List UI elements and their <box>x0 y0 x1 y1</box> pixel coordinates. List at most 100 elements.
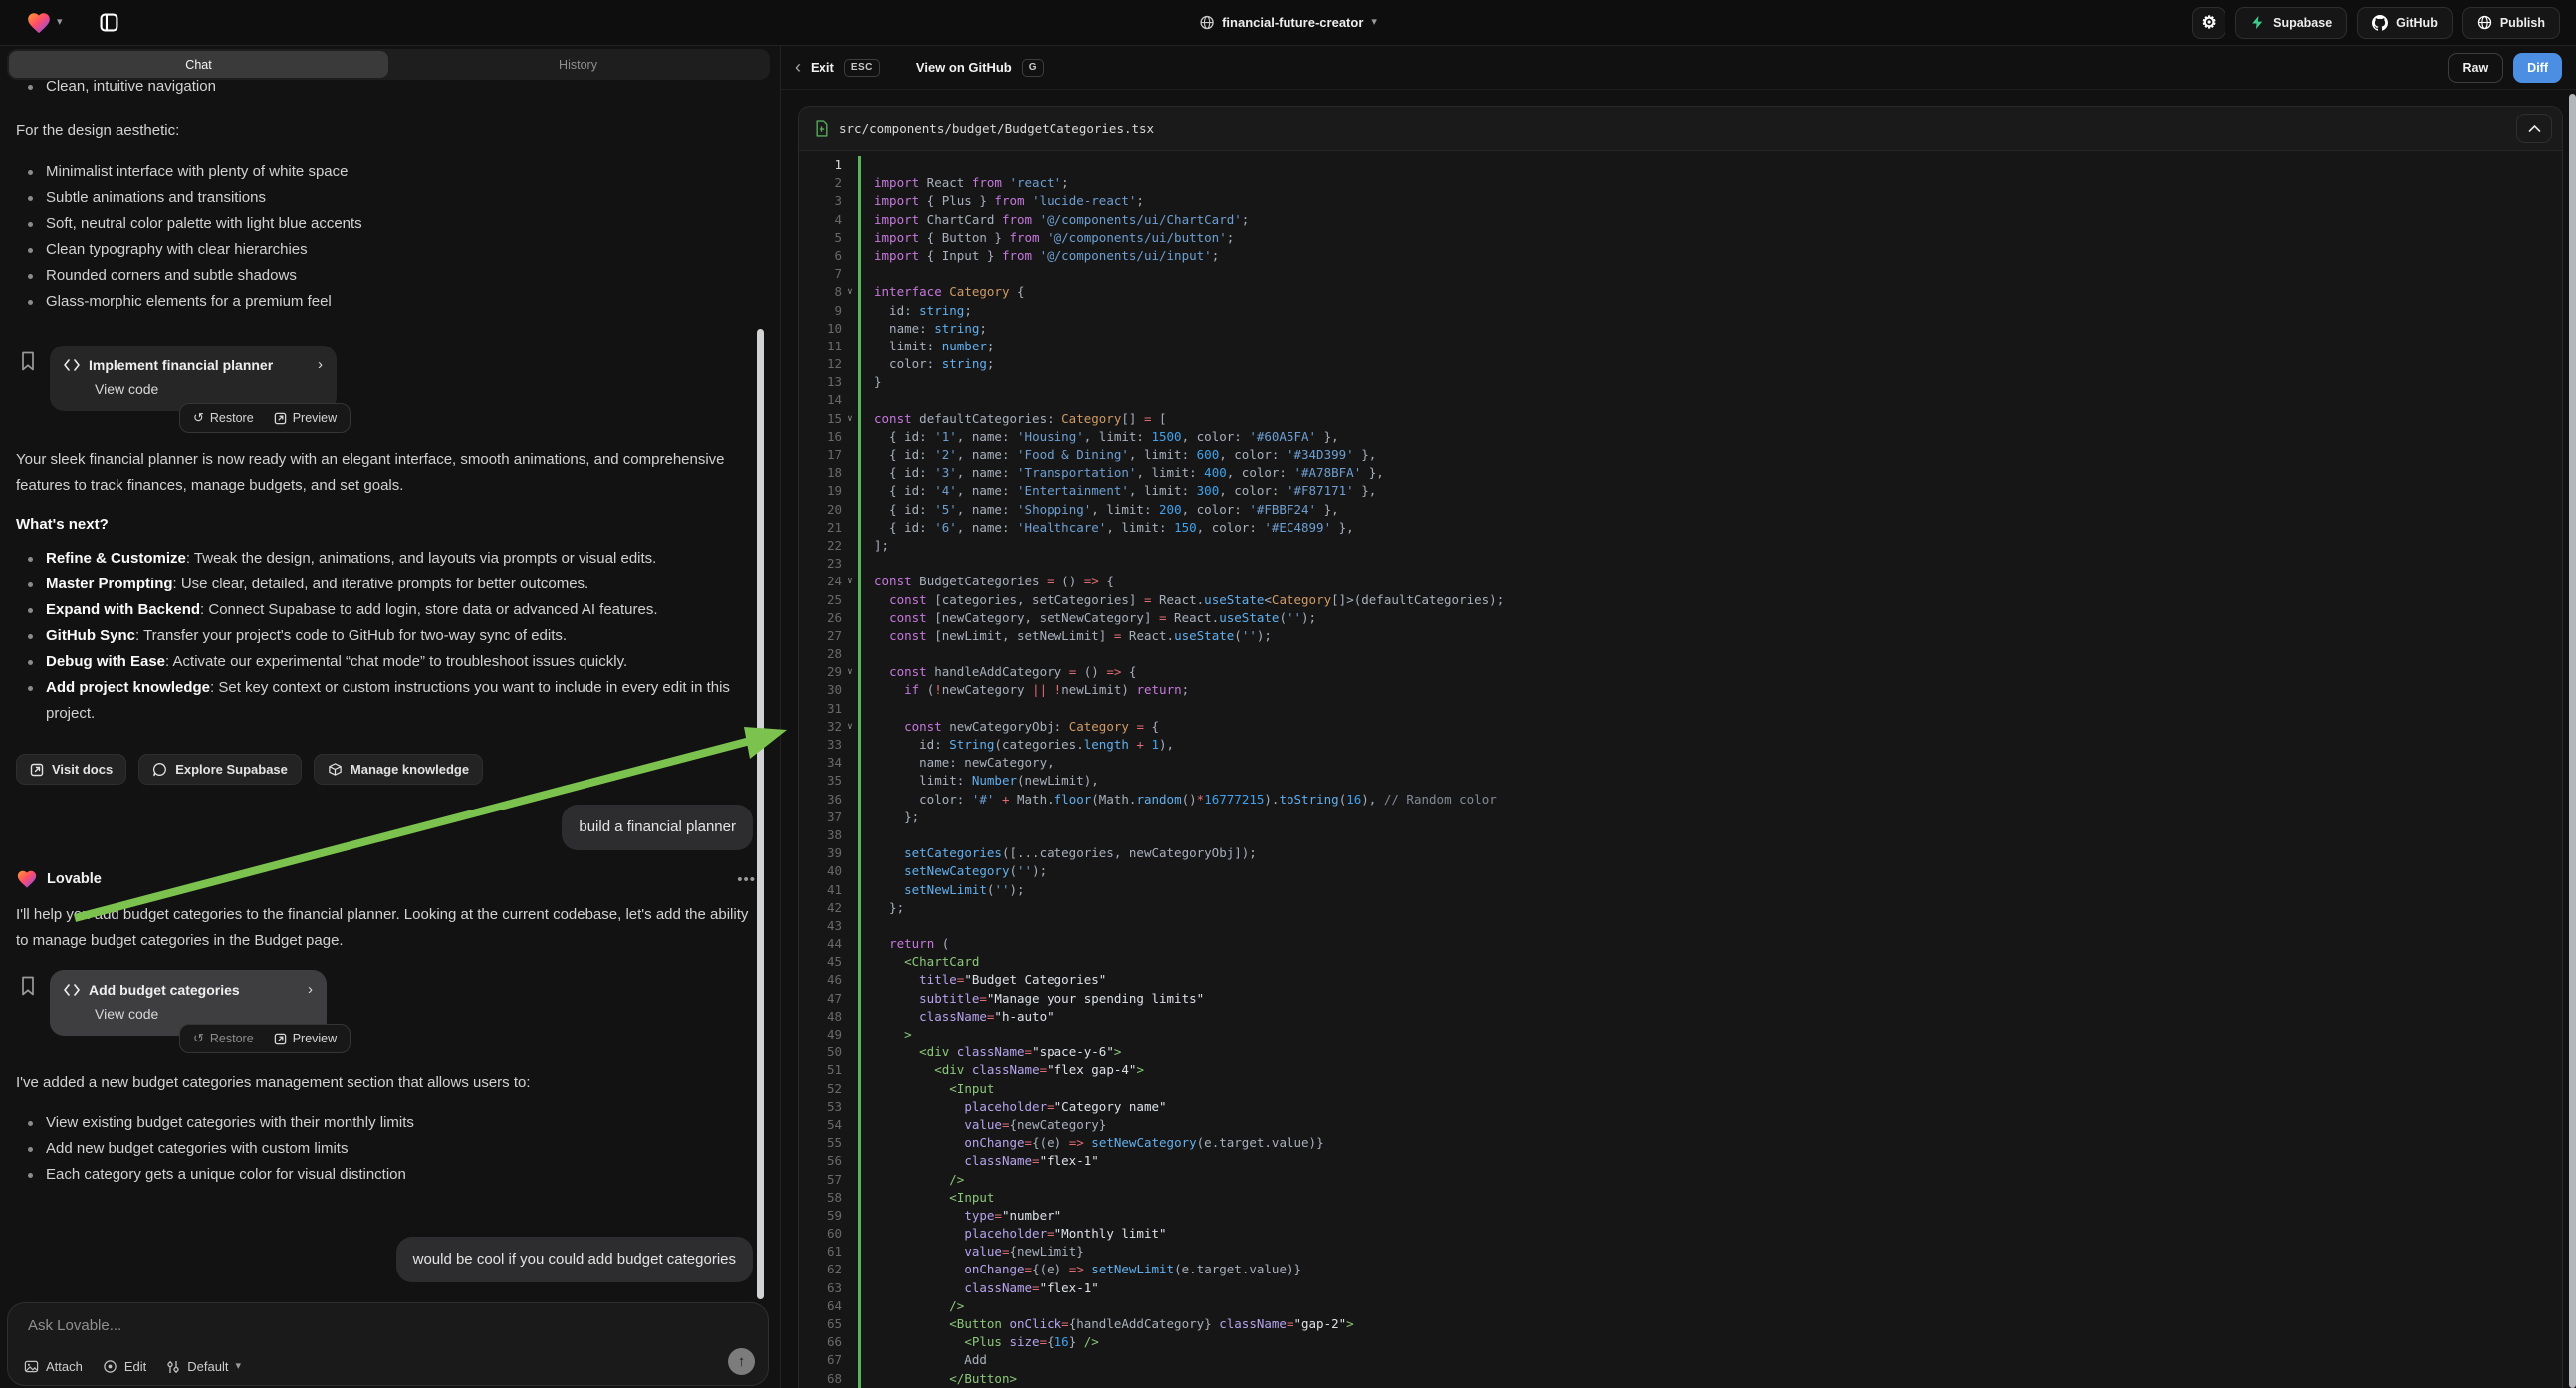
code-line: 27 const [newLimit, setNewLimit] = React… <box>799 627 2562 645</box>
preview-label: Preview <box>293 411 337 425</box>
list-item: Glass-morphic elements for a premium fee… <box>0 289 757 315</box>
bullet-dot <box>28 1173 33 1178</box>
fold-chevron-icon[interactable]: ∨ <box>842 718 858 736</box>
line-number: 32 <box>799 718 842 736</box>
code-line: 66 <Plus size={16} /> <box>799 1333 2562 1351</box>
version-card-implement-financial-planner[interactable]: Implement financial planner › View code <box>50 346 337 411</box>
exit-button[interactable]: ‹ Exit ESC <box>795 59 880 77</box>
fold-gutter <box>842 464 858 482</box>
manage-knowledge-button[interactable]: Manage knowledge <box>314 754 483 785</box>
preview-button[interactable]: Preview <box>265 1027 346 1050</box>
list-item: Minimalist interface with plenty of whit… <box>0 159 757 185</box>
supabase-button[interactable]: Supabase <box>2235 7 2347 39</box>
chevron-up-icon <box>2528 124 2541 133</box>
code-line: 30 if (!newCategory || !newLimit) return… <box>799 681 2562 699</box>
bookmark-icon[interactable] <box>18 350 38 372</box>
explore-supabase-label: Explore Supabase <box>175 762 288 777</box>
fold-gutter <box>842 1261 858 1278</box>
line-number: 66 <box>799 1333 842 1351</box>
preview-button[interactable]: Preview <box>265 406 346 430</box>
preview-icon <box>274 412 287 425</box>
file-header[interactable]: src/components/budget/BudgetCategories.t… <box>799 107 2562 151</box>
code-line: 32∨ const newCategoryObj: Category = { <box>799 718 2562 736</box>
line-number: 43 <box>799 917 842 935</box>
line-number: 22 <box>799 537 842 555</box>
github-button[interactable]: GitHub <box>2357 7 2453 39</box>
explore-supabase-button[interactable]: Explore Supabase <box>138 754 302 785</box>
send-button[interactable]: ↑ <box>728 1348 755 1375</box>
restore-button[interactable]: ↺Restore <box>184 1027 263 1050</box>
code-text: type="number" <box>861 1207 1061 1225</box>
fold-chevron-icon[interactable]: ∨ <box>842 283 858 301</box>
line-number: 10 <box>799 320 842 338</box>
line-number: 57 <box>799 1171 842 1189</box>
line-number: 5 <box>799 229 842 247</box>
collapse-file-button[interactable] <box>2516 114 2552 143</box>
code-text: }; <box>861 899 904 917</box>
fold-gutter <box>842 1026 858 1043</box>
fold-gutter <box>842 953 858 971</box>
fold-gutter <box>842 1243 858 1261</box>
code-text <box>861 645 874 663</box>
diff-toggle-button[interactable]: Diff <box>2513 53 2562 83</box>
code-text: Add <box>861 1351 987 1369</box>
raw-toggle-button[interactable]: Raw <box>2448 53 2503 83</box>
code-line: 22]; <box>799 537 2562 555</box>
view-on-github-button[interactable]: View on GitHub G <box>916 59 1044 77</box>
fold-chevron-icon[interactable]: ∨ <box>842 663 858 681</box>
prompt-input[interactable]: Ask Lovable... <box>28 1317 121 1334</box>
design-list: Minimalist interface with plenty of whit… <box>0 159 757 315</box>
code-text: { id: '2', name: 'Food & Dining', limit:… <box>861 446 1376 464</box>
prompt-composer[interactable]: Ask Lovable... Attach Edit Default ▾ <box>7 1302 769 1386</box>
line-number: 31 <box>799 700 842 718</box>
attach-button[interactable]: Attach <box>24 1359 83 1374</box>
line-number: 47 <box>799 990 842 1008</box>
fold-gutter <box>842 700 858 718</box>
settings-button[interactable]: ⚙ <box>2192 7 2225 39</box>
view-code-link[interactable]: View code <box>50 373 337 397</box>
code-line: 12 color: string; <box>799 355 2562 373</box>
line-number: 18 <box>799 464 842 482</box>
code-line: 2import React from 'react'; <box>799 174 2562 192</box>
more-options-icon[interactable]: ••• <box>737 871 756 888</box>
code-text: onChange={(e) => setNewLimit(e.target.va… <box>861 1261 1301 1278</box>
code-line: 28 <box>799 645 2562 663</box>
line-number: 61 <box>799 1243 842 1261</box>
line-number: 20 <box>799 501 842 519</box>
fold-chevron-icon[interactable]: ∨ <box>842 410 858 428</box>
list-item-text: Clean, intuitive navigation <box>46 74 757 100</box>
fold-gutter <box>842 899 858 917</box>
fold-chevron-icon[interactable]: ∨ <box>842 573 858 590</box>
bullet-dot <box>28 274 33 279</box>
view-code-link[interactable]: View code <box>50 998 327 1022</box>
code-text: value={newCategory} <box>861 1116 1106 1134</box>
code-text: <Input <box>861 1080 994 1098</box>
mode-select[interactable]: Default ▾ <box>166 1359 241 1374</box>
publish-button[interactable]: Publish <box>2462 7 2560 39</box>
lovable-logo-menu[interactable]: ▾ <box>26 10 63 36</box>
visit-docs-button[interactable]: Visit docs <box>16 754 126 785</box>
code-text: <Plus size={16} /> <box>861 1333 1099 1351</box>
list-item: Debug with Ease: Activate our experiment… <box>0 649 757 675</box>
code-line: 57 /> <box>799 1171 2562 1189</box>
line-number: 13 <box>799 373 842 391</box>
edit-button[interactable]: Edit <box>103 1359 146 1374</box>
code-scrollbar[interactable] <box>2569 94 2576 1388</box>
design-heading: For the design aesthetic: <box>16 118 753 144</box>
bullet-dot <box>28 557 33 562</box>
added-list: View existing budget categories with the… <box>0 1110 757 1188</box>
code-text: /> <box>861 1297 964 1315</box>
code-editor[interactable]: 12import React from 'react';3import { Pl… <box>799 151 2562 1388</box>
restore-button[interactable]: ↺Restore <box>184 406 263 430</box>
restore-label: Restore <box>210 411 254 425</box>
code-text: className="flex-1" <box>861 1152 1099 1170</box>
manage-knowledge-label: Manage knowledge <box>351 762 469 777</box>
bookmark-icon[interactable] <box>18 975 38 997</box>
fold-gutter <box>842 1116 858 1134</box>
sidebar-toggle-button[interactable] <box>88 6 131 40</box>
code-text: color: string; <box>861 355 994 373</box>
project-switcher[interactable]: financial-future-creator ▾ <box>1199 15 1377 30</box>
fold-gutter <box>842 229 858 247</box>
code-line: 50 <div className="space-y-6"> <box>799 1043 2562 1061</box>
chat-scrollbar[interactable] <box>757 329 764 1299</box>
